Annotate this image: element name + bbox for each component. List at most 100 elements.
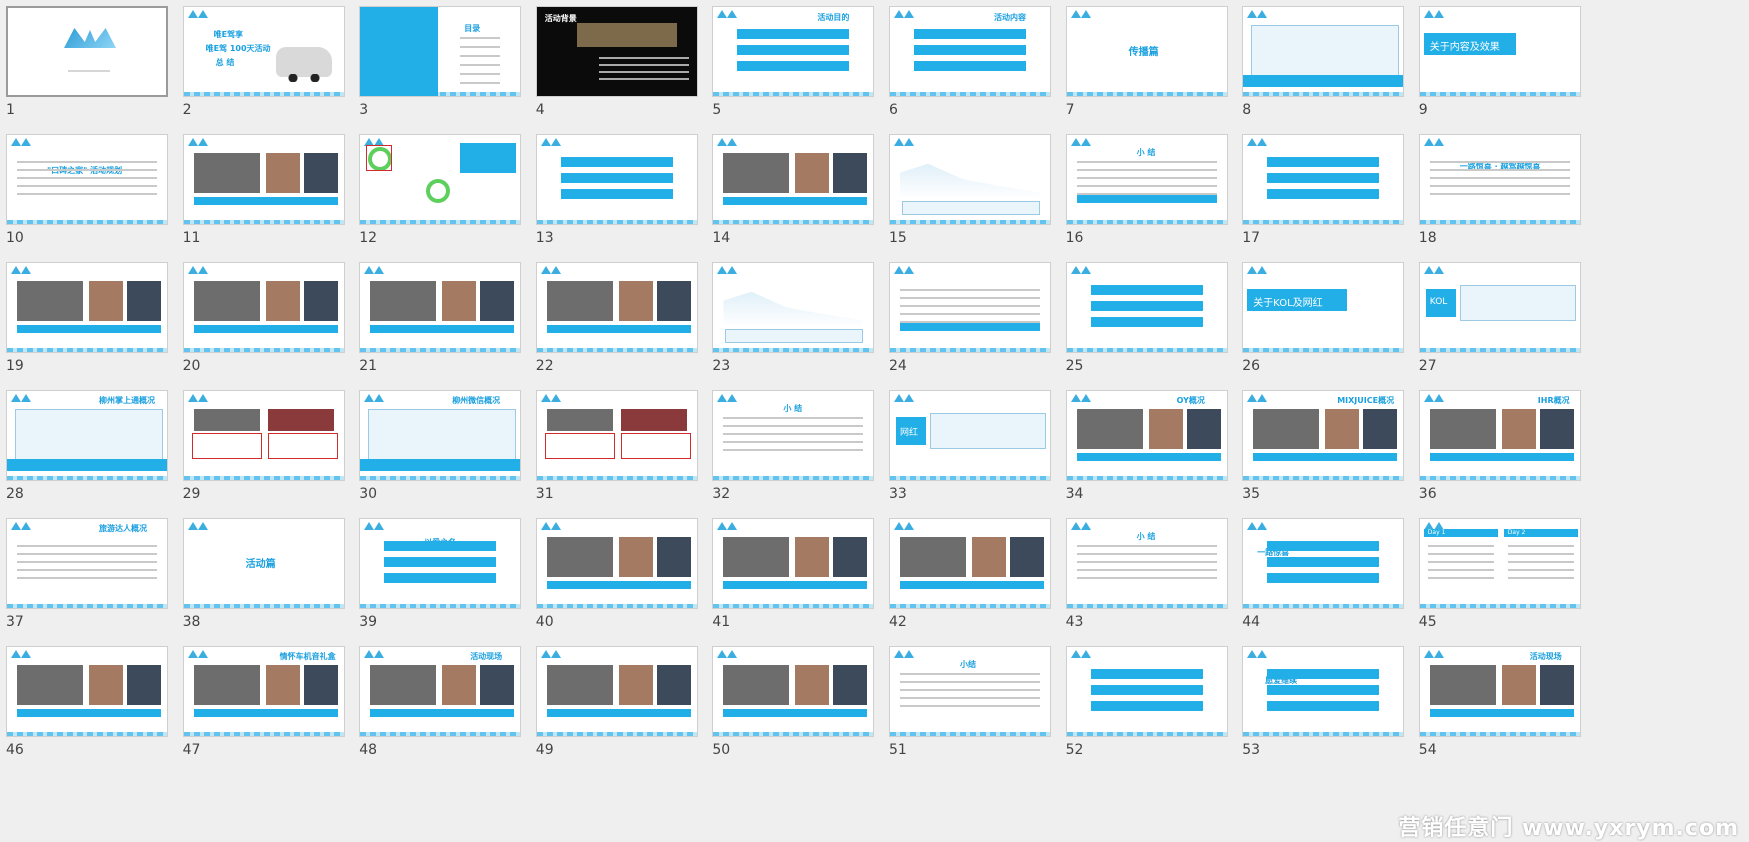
slide-thumbnail-50[interactable]: 50: [712, 646, 876, 762]
slide-preview[interactable]: 小结: [889, 646, 1051, 737]
slide-preview[interactable]: [889, 518, 1051, 609]
slide-preview[interactable]: 网红: [889, 390, 1051, 481]
slide-thumbnail-1[interactable]: 1: [6, 6, 170, 122]
slide-preview[interactable]: 一路惊喜 · 越驾越惊喜: [1418, 134, 1581, 225]
slide-preview[interactable]: [1242, 134, 1405, 225]
slide-preview[interactable]: 唯E驾享 唯E驾 100天活动总 结: [182, 6, 345, 97]
slide-thumbnail-20[interactable]: 20: [182, 262, 347, 378]
slide-preview[interactable]: 小 结: [712, 390, 875, 481]
slide-thumbnail-3[interactable]: 目录 3: [359, 6, 523, 122]
slide-thumbnail-54[interactable]: 活动现场 54: [1418, 646, 1583, 762]
slide-thumbnail-36[interactable]: IHR概况 36: [1418, 390, 1583, 506]
slide-thumbnail-37[interactable]: 旅游达人概况 37: [6, 518, 170, 634]
slide-preview[interactable]: [889, 134, 1051, 225]
slide-preview[interactable]: [182, 262, 345, 353]
slide-thumbnail-25[interactable]: 25: [1065, 262, 1230, 378]
slide-preview[interactable]: 关于内容及效果: [1418, 6, 1581, 97]
slide-thumbnail-15[interactable]: 15: [889, 134, 1053, 250]
slide-thumbnail-30[interactable]: 柳州微信概况 30: [359, 390, 523, 506]
slide-preview[interactable]: 愿爱维续: [1242, 646, 1405, 737]
slide-preview[interactable]: 活动现场: [1418, 646, 1581, 737]
slide-preview[interactable]: 活动背景: [535, 6, 698, 97]
slide-thumbnail-42[interactable]: 42: [889, 518, 1053, 634]
slide-preview[interactable]: [889, 262, 1051, 353]
slide-thumbnail-17[interactable]: 17: [1242, 134, 1406, 250]
slide-preview[interactable]: [359, 134, 522, 225]
slide-preview[interactable]: [712, 646, 875, 737]
slide-preview[interactable]: 活动现场: [359, 646, 522, 737]
slide-thumbnail-9[interactable]: 关于内容及效果 9: [1418, 6, 1583, 122]
slide-preview[interactable]: [6, 646, 168, 737]
slide-preview[interactable]: 情怀车机音礼盒: [182, 646, 345, 737]
slide-thumbnail-29[interactable]: 29: [182, 390, 347, 506]
slide-preview[interactable]: [712, 518, 875, 609]
slide-thumbnail-51[interactable]: 小结 51: [889, 646, 1053, 762]
slide-preview[interactable]: [1065, 262, 1228, 353]
slide-thumbnail-10[interactable]: "口碑之家" 活动规划 10: [6, 134, 170, 250]
slide-thumbnail-19[interactable]: 19: [6, 262, 170, 378]
slide-preview[interactable]: 关于KOL及网红: [1242, 262, 1405, 353]
slide-thumbnail-2[interactable]: 唯E驾享 唯E驾 100天活动总 结 2: [182, 6, 347, 122]
slide-thumbnail-31[interactable]: 31: [535, 390, 700, 506]
slide-preview[interactable]: [712, 262, 875, 353]
slide-thumbnail-24[interactable]: 24: [889, 262, 1053, 378]
slide-thumbnail-53[interactable]: 愿爱维续 53: [1242, 646, 1406, 762]
slide-thumbnail-26[interactable]: 关于KOL及网红 26: [1242, 262, 1406, 378]
slide-preview[interactable]: [1065, 646, 1228, 737]
slide-preview[interactable]: 旅游达人概况: [6, 518, 168, 609]
slide-preview[interactable]: Day 1 Day 2: [1418, 518, 1581, 609]
slide-thumbnail-4[interactable]: 活动背景 4: [535, 6, 700, 122]
slide-thumbnail-14[interactable]: 14: [712, 134, 876, 250]
slide-thumbnail-7[interactable]: 传播篇 7: [1065, 6, 1230, 122]
slide-thumbnail-47[interactable]: 情怀车机音礼盒 47: [182, 646, 347, 762]
slide-preview[interactable]: [535, 518, 698, 609]
slide-thumbnail-22[interactable]: 22: [535, 262, 700, 378]
slide-thumbnail-41[interactable]: 41: [712, 518, 876, 634]
slide-thumbnail-32[interactable]: 小 结 32: [712, 390, 876, 506]
slide-thumbnail-6[interactable]: 活动内容 6: [889, 6, 1053, 122]
slide-preview[interactable]: [535, 134, 698, 225]
slide-thumbnail-49[interactable]: 49: [535, 646, 700, 762]
slide-preview[interactable]: 传播篇: [1065, 6, 1228, 97]
slide-preview[interactable]: 以爱之名: [359, 518, 522, 609]
slide-preview[interactable]: [6, 262, 168, 353]
slide-thumbnail-52[interactable]: 52: [1065, 646, 1230, 762]
slide-thumbnail-35[interactable]: MIXJUICE概况 35: [1242, 390, 1406, 506]
slide-thumbnail-8[interactable]: 8: [1242, 6, 1406, 122]
slide-preview[interactable]: 活动篇: [182, 518, 345, 609]
slide-thumbnail-45[interactable]: Day 1 Day 2 45: [1418, 518, 1583, 634]
slide-thumbnail-13[interactable]: 13: [535, 134, 700, 250]
slide-preview[interactable]: [712, 134, 875, 225]
slide-preview[interactable]: [535, 646, 698, 737]
slide-preview[interactable]: 小 结: [1065, 134, 1228, 225]
slide-preview[interactable]: [535, 390, 698, 481]
slide-preview[interactable]: KOL: [1418, 262, 1581, 353]
slide-thumbnail-38[interactable]: 活动篇 38: [182, 518, 347, 634]
slide-preview[interactable]: 小 结: [1065, 518, 1228, 609]
slide-preview[interactable]: MIXJUICE概况: [1242, 390, 1405, 481]
slide-preview[interactable]: 柳州掌上通概况: [6, 390, 168, 481]
slide-thumbnail-16[interactable]: 小 结 16: [1065, 134, 1230, 250]
slide-preview[interactable]: 目录: [359, 6, 522, 97]
slide-preview[interactable]: "口碑之家" 活动规划: [6, 134, 168, 225]
slide-thumbnail-33[interactable]: 网红 33: [889, 390, 1053, 506]
slide-thumbnail-23[interactable]: 23: [712, 262, 876, 378]
slide-thumbnail-12[interactable]: 12: [359, 134, 523, 250]
slide-preview[interactable]: [6, 6, 168, 97]
slide-thumbnail-39[interactable]: 以爱之名 39: [359, 518, 523, 634]
slide-preview[interactable]: 一路惊喜: [1242, 518, 1405, 609]
slide-preview[interactable]: [1242, 6, 1405, 97]
slide-preview[interactable]: [182, 390, 345, 481]
slide-thumbnail-5[interactable]: 活动目的 5: [712, 6, 876, 122]
slide-thumbnail-48[interactable]: 活动现场 48: [359, 646, 523, 762]
slide-thumbnail-43[interactable]: 小 结 43: [1065, 518, 1230, 634]
slide-preview[interactable]: OY概况: [1065, 390, 1228, 481]
slide-preview[interactable]: [182, 134, 345, 225]
slide-preview[interactable]: [535, 262, 698, 353]
slide-preview[interactable]: 活动内容: [889, 6, 1051, 97]
slide-thumbnail-18[interactable]: 一路惊喜 · 越驾越惊喜 18: [1418, 134, 1583, 250]
slide-thumbnail-46[interactable]: 46: [6, 646, 170, 762]
slide-preview[interactable]: 柳州微信概况: [359, 390, 522, 481]
slide-thumbnail-44[interactable]: 一路惊喜 44: [1242, 518, 1406, 634]
slide-thumbnail-27[interactable]: KOL 27: [1418, 262, 1583, 378]
